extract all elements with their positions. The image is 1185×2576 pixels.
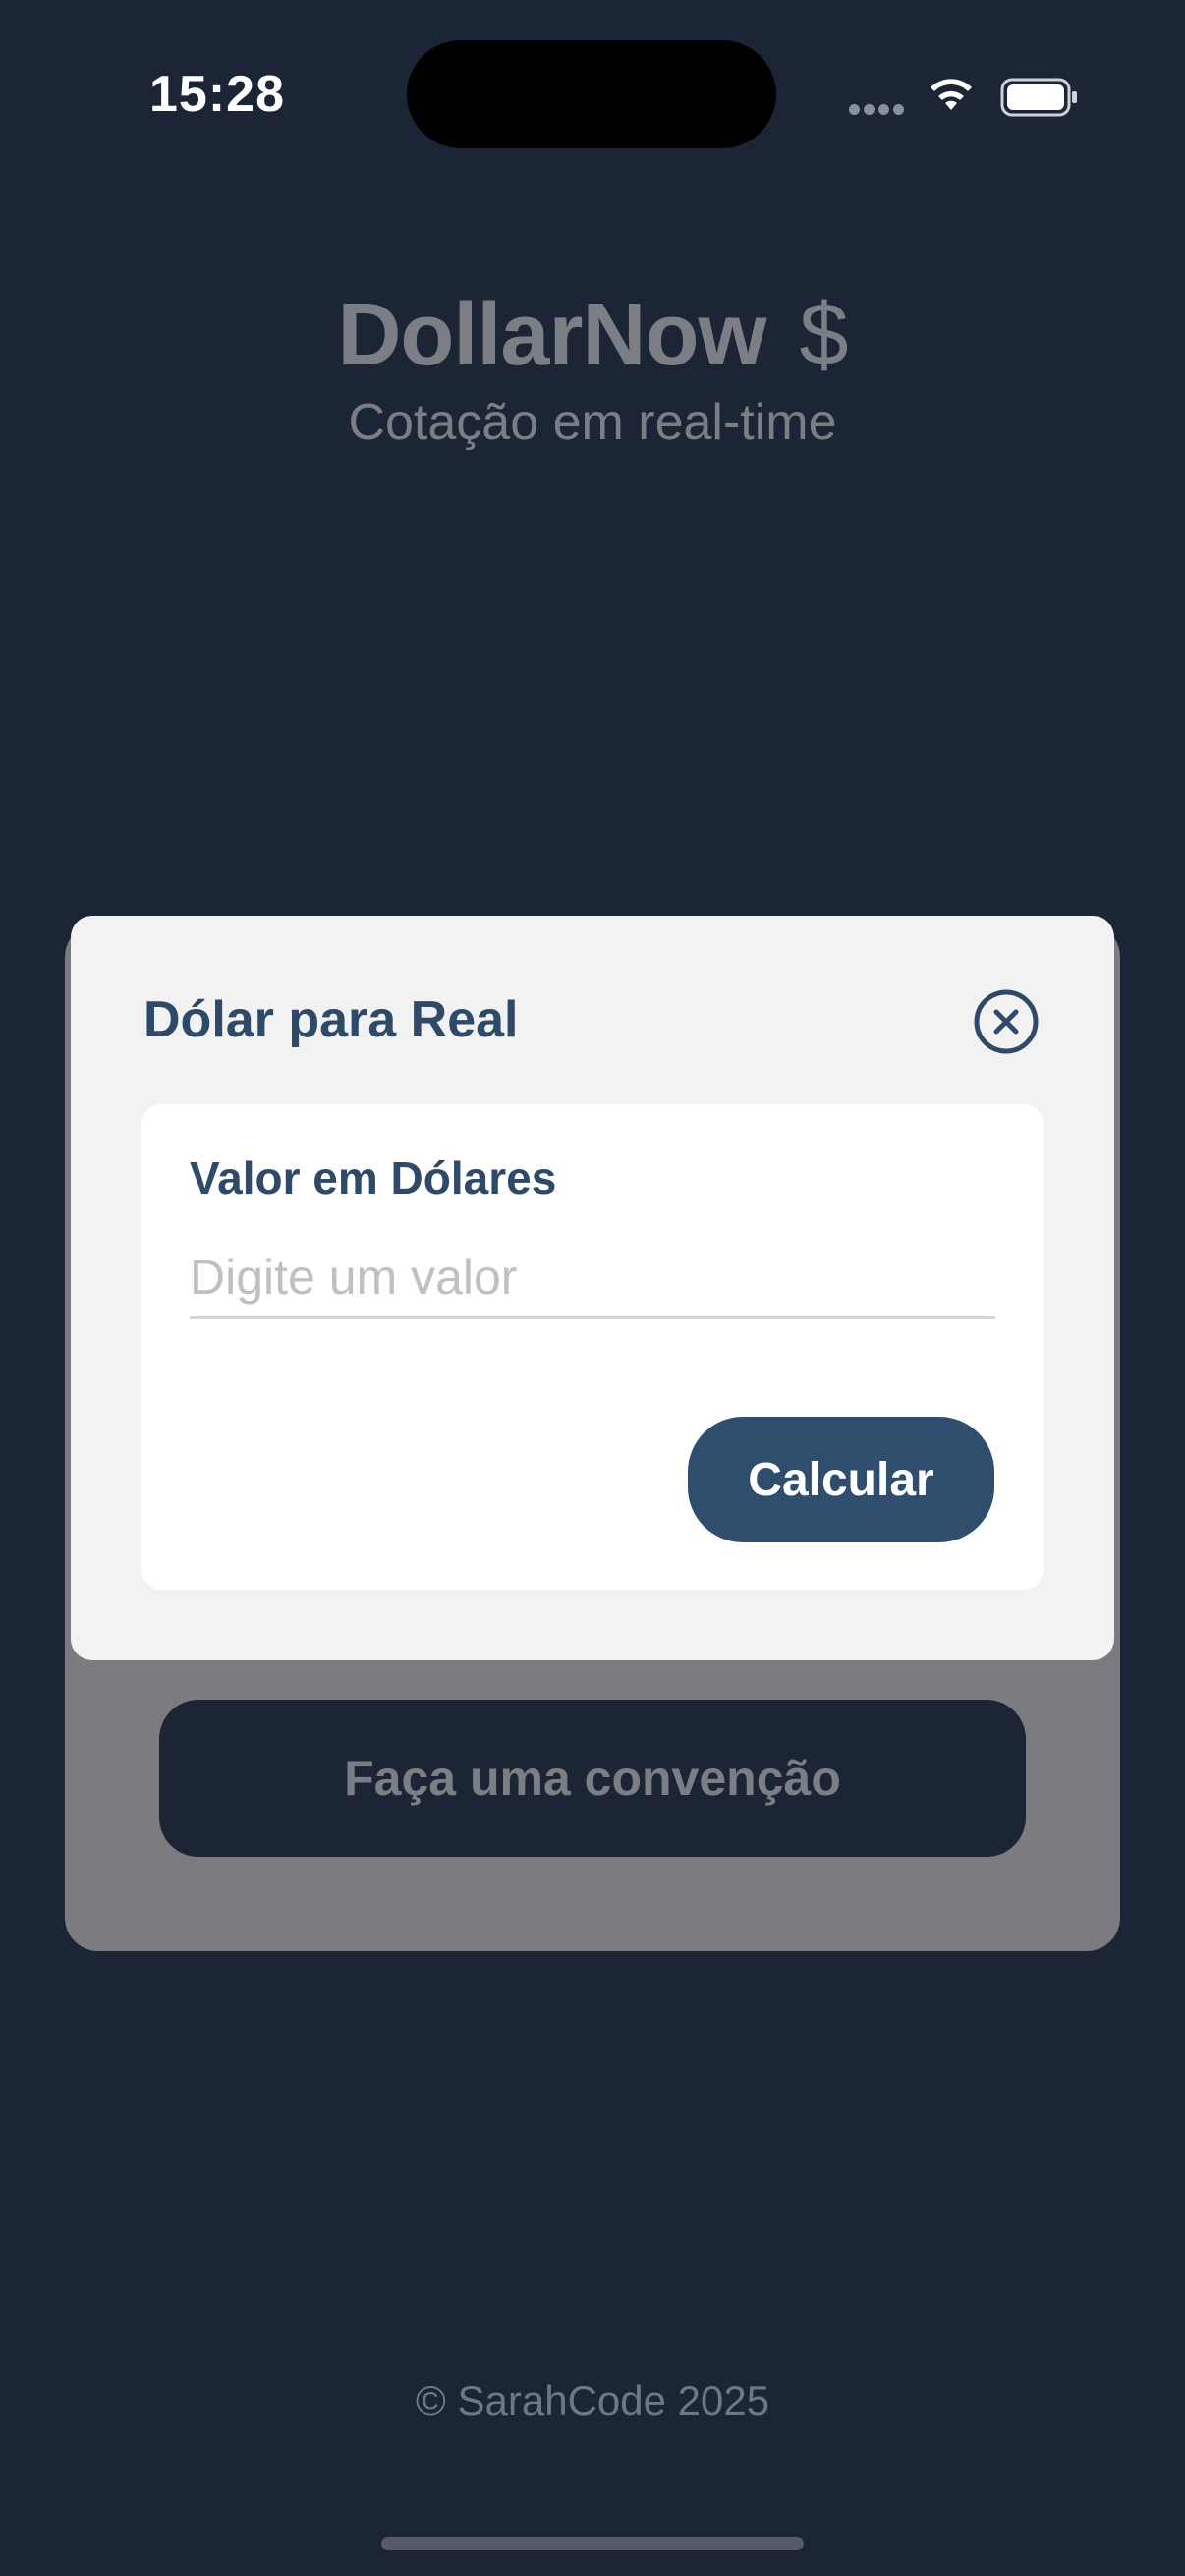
calculate-button[interactable]: Calcular bbox=[688, 1417, 994, 1542]
app-title-text: DollarNow bbox=[337, 286, 766, 384]
footer-copyright: © SarahCode 2025 bbox=[415, 2378, 770, 2424]
dynamic-island bbox=[407, 40, 776, 148]
app-title: DollarNow $ bbox=[0, 285, 1185, 386]
conversion-button[interactable]: Faça uma convenção bbox=[159, 1700, 1026, 1857]
battery-icon bbox=[1000, 78, 1077, 117]
home-indicator[interactable] bbox=[381, 2537, 804, 2550]
app-subtitle: Cotação em real-time bbox=[348, 394, 837, 451]
dollar-value-label: Valor em Dólares bbox=[190, 1152, 557, 1204]
status-time: 15:28 bbox=[149, 66, 285, 123]
cellular-signal-icon bbox=[849, 102, 908, 115]
wifi-icon bbox=[931, 79, 972, 110]
close-icon[interactable] bbox=[973, 988, 1040, 1055]
dollar-icon: $ bbox=[799, 286, 849, 384]
modal-title: Dólar para Real bbox=[143, 991, 519, 1048]
dollar-value-input[interactable] bbox=[190, 1238, 995, 1319]
